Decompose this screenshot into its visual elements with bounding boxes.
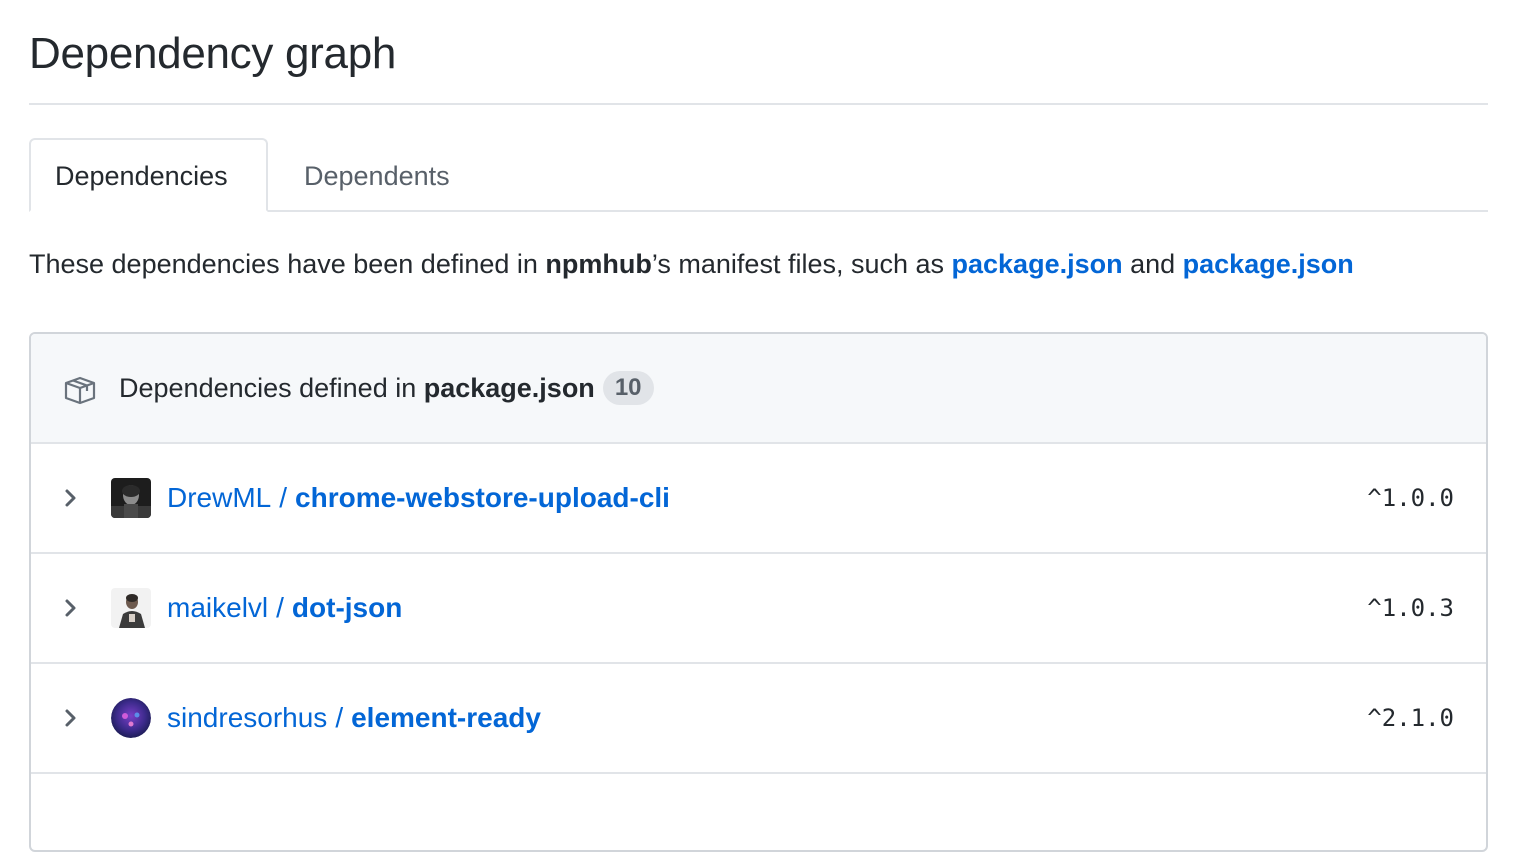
tab-dependents[interactable]: Dependents xyxy=(278,138,488,210)
repo-name: npmhub xyxy=(545,249,652,279)
dependencies-box-header: Dependencies defined in package.json 10 xyxy=(31,334,1486,444)
chevron-right-icon[interactable] xyxy=(61,486,81,510)
avatar[interactable] xyxy=(111,588,151,628)
header-prefix: Dependencies defined in xyxy=(119,373,424,403)
dependency-owner-link[interactable]: maikelvl xyxy=(167,592,268,623)
chevron-right-icon[interactable] xyxy=(61,596,81,620)
dependencies-box-title: Dependencies defined in package.json 10 xyxy=(119,368,654,408)
intro-middle: ’s manifest files, such as xyxy=(651,249,952,279)
intro-conjunction: and xyxy=(1122,249,1183,279)
dependency-repo-link[interactable]: element-ready xyxy=(351,702,541,733)
owner-repo-separator: / xyxy=(279,482,288,513)
avatar[interactable] xyxy=(111,698,151,738)
owner-repo-separator: / xyxy=(276,592,284,623)
header-file: package.json xyxy=(423,373,595,403)
manifest-link-1[interactable]: package.json xyxy=(952,249,1123,279)
dependency-count-badge: 10 xyxy=(602,371,654,405)
dependency-repo-link[interactable]: dot-json xyxy=(292,592,402,623)
dependency-version: ^2.1.0 xyxy=(1367,704,1454,732)
intro-prefix: These dependencies have been defined in xyxy=(29,249,546,279)
owner-repo-separator: / xyxy=(335,702,344,733)
dependency-row: DrewML / chrome-webstore-upload-cli ^1.0.0 xyxy=(31,444,1486,554)
title-divider xyxy=(29,103,1488,105)
tab-navigation: Dependencies Dependents xyxy=(29,138,1488,212)
avatar[interactable] xyxy=(111,478,151,518)
chevron-right-icon[interactable] xyxy=(61,706,81,730)
dependency-version: ^1.0.3 xyxy=(1367,594,1454,622)
dependency-row: sindresorhus / element-ready ^2.1.0 xyxy=(31,664,1486,774)
dependency-name: sindresorhus / element-ready xyxy=(167,698,541,738)
dependency-name: maikelvl / dot-json xyxy=(167,588,402,628)
dependency-name: DrewML / chrome-webstore-upload-cli xyxy=(167,478,670,518)
dependency-owner-link[interactable]: DrewML xyxy=(167,482,271,513)
dependency-repo-link[interactable]: chrome-webstore-upload-cli xyxy=(295,482,670,513)
dependencies-box: Dependencies defined in package.json 10 D… xyxy=(29,332,1488,852)
intro-text: These dependencies have been defined in … xyxy=(29,244,1354,284)
dependency-row: maikelvl / dot-json ^1.0.3 xyxy=(31,554,1486,664)
package-icon xyxy=(64,376,96,405)
manifest-link-2[interactable]: package.json xyxy=(1183,249,1354,279)
page-title: Dependency graph xyxy=(29,29,397,78)
tab-dependencies[interactable]: Dependencies xyxy=(29,138,268,212)
dependency-row xyxy=(31,774,1486,850)
dependency-owner-link[interactable]: sindresorhus xyxy=(167,702,327,733)
dependency-version: ^1.0.0 xyxy=(1367,484,1454,512)
